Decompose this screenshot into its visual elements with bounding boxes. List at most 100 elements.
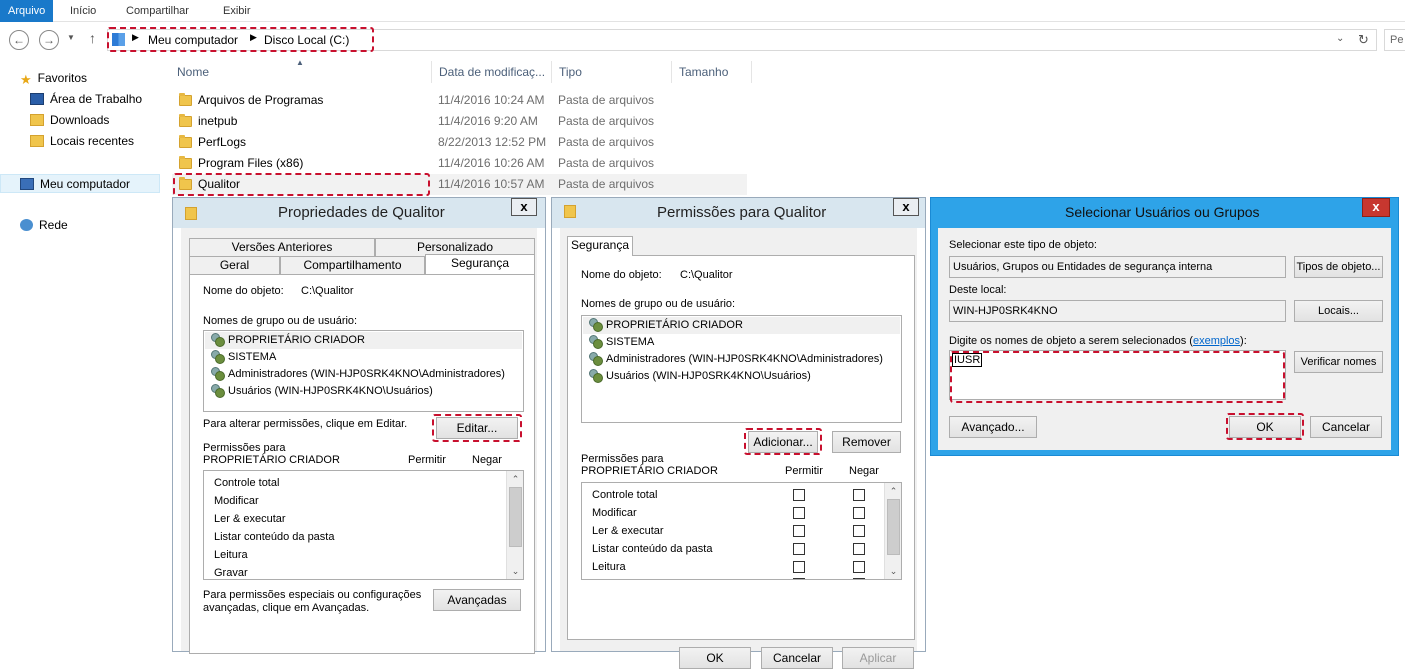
address-dropdown-icon[interactable]: ⌄ [1336, 33, 1344, 44]
select-users-dialog: Selecionar Usuários ou Grupos x Selecion… [930, 197, 1399, 456]
close-icon[interactable]: x [511, 198, 537, 216]
list-item[interactable]: Usuários (WIN-HJP0SRK4KNO\Usuários) [210, 383, 433, 400]
nav-downloads[interactable]: Downloads [30, 111, 109, 129]
ribbon-tab-exibir[interactable]: Exibir [223, 0, 251, 22]
list-item[interactable]: Administradores (WIN-HJP0SRK4KNO\Adminis… [588, 351, 883, 368]
ribbon: Arquivo Início Compartilhar Exibir [0, 0, 1405, 22]
users-icon [210, 384, 225, 398]
forward-arrow-icon[interactable]: → [39, 30, 59, 50]
nav-favoritos[interactable]: ★ Favoritos [20, 69, 87, 87]
advanced-button[interactable]: Avançado... [949, 416, 1037, 438]
folder-icon [185, 207, 197, 220]
location-label: Deste local: [949, 284, 1007, 296]
permission-item: Controle total [214, 477, 280, 489]
list-item[interactable]: PROPRIETÁRIO CRIADOR [205, 332, 522, 349]
column-tamanho[interactable]: Tamanho [672, 61, 752, 83]
allow-checkbox[interactable] [793, 489, 805, 501]
list-item[interactable]: Administradores (WIN-HJP0SRK4KNO\Adminis… [210, 366, 505, 383]
deny-checkbox[interactable] [853, 561, 865, 573]
allow-checkbox[interactable] [793, 561, 805, 573]
list-item[interactable]: SISTEMA [588, 334, 654, 351]
object-type-field: Usuários, Grupos ou Entidades de seguran… [949, 256, 1286, 278]
list-item[interactable]: Usuários (WIN-HJP0SRK4KNO\Usuários) [588, 368, 811, 385]
deny-checkbox[interactable] [853, 525, 865, 537]
permission-item: Ler & executar [214, 513, 286, 525]
permissions-scrollbar[interactable]: ⌃ ⌄ [884, 483, 901, 579]
examples-link[interactable]: exemplos [1193, 335, 1240, 347]
permissions-list[interactable]: Controle total Modificar Ler & executar … [581, 482, 902, 580]
back-arrow-icon[interactable]: ← [9, 30, 29, 50]
nav-meu-computador[interactable]: Meu computador [20, 175, 130, 193]
network-icon [20, 219, 33, 231]
deny-checkbox[interactable] [853, 543, 865, 555]
nav-area-de-trabalho[interactable]: Área de Trabalho [30, 90, 142, 108]
scroll-thumb[interactable] [887, 499, 900, 555]
groups-list[interactable]: PROPRIETÁRIO CRIADOR SISTEMA Administrad… [581, 315, 902, 423]
permissions-scrollbar[interactable]: ⌃ ⌄ [506, 471, 523, 579]
tab-geral[interactable]: Geral [189, 256, 280, 274]
locations-button[interactable]: Locais... [1294, 300, 1383, 322]
column-data[interactable]: Data de modificaç... [432, 61, 552, 83]
scroll-thumb[interactable] [509, 487, 522, 547]
advanced-button[interactable]: Avançadas [433, 589, 521, 611]
permission-item: Modificar [592, 507, 637, 519]
object-name-value: C:\Qualitor [301, 285, 354, 297]
file-row[interactable]: Arquivos de Programas 11/4/2016 10:24 AM P… [172, 90, 747, 111]
deny-checkbox[interactable] [853, 507, 865, 519]
tab-compartilhamento[interactable]: Compartilhamento [280, 256, 425, 274]
allow-checkbox[interactable] [793, 507, 805, 519]
object-types-button[interactable]: Tipos de objeto... [1294, 256, 1383, 278]
nav-locais-recentes[interactable]: Locais recentes [30, 132, 134, 150]
remove-button[interactable]: Remover [832, 431, 901, 453]
tab-versoes-anteriores[interactable]: Versões Anteriores [189, 238, 375, 256]
file-row[interactable]: inetpub 11/4/2016 9:20 AM Pasta de arquivo… [172, 111, 747, 132]
permissions-list[interactable]: Controle total Modificar Ler & executar … [203, 470, 524, 580]
scroll-up-icon[interactable]: ⌃ [507, 471, 523, 487]
scroll-down-icon[interactable]: ⌄ [507, 563, 523, 579]
permission-item: Gravar [214, 567, 248, 579]
cancel-button[interactable]: Cancelar [1310, 416, 1382, 438]
refresh-icon[interactable]: ↻ [1358, 32, 1369, 48]
scroll-down-icon[interactable]: ⌄ [885, 563, 901, 579]
cancel-button[interactable]: Cancelar [761, 647, 833, 669]
permissions-titlebar: Permissões para Qualitor x [552, 198, 925, 228]
close-icon[interactable]: x [1362, 198, 1390, 217]
column-tipo[interactable]: Tipo [552, 61, 672, 83]
allow-checkbox[interactable] [793, 543, 805, 555]
deny-checkbox[interactable] [853, 489, 865, 501]
list-item[interactable]: PROPRIETÁRIO CRIADOR [583, 317, 900, 334]
allow-checkbox[interactable] [793, 525, 805, 537]
tab-seguranca[interactable]: Segurança [567, 236, 633, 256]
list-item[interactable]: SISTEMA [210, 349, 276, 366]
scroll-up-icon[interactable]: ⌃ [885, 483, 901, 499]
apply-button[interactable]: Aplicar [842, 647, 914, 669]
ribbon-tab-arquivo[interactable]: Arquivo [0, 0, 54, 22]
ok-button[interactable]: OK [679, 647, 751, 669]
close-icon[interactable]: x [893, 198, 919, 216]
check-names-button[interactable]: Verificar nomes [1294, 351, 1383, 373]
permissions-dialog: Permissões para Qualitor x Segurança Nom… [551, 197, 926, 669]
folder-icon [179, 93, 192, 106]
deny-header: Negar [849, 465, 879, 477]
search-input[interactable]: Pe [1384, 29, 1405, 51]
users-icon [588, 369, 603, 383]
up-arrow-icon[interactable]: ↑ [89, 30, 96, 46]
recent-chevron-icon[interactable]: ▼ [67, 33, 75, 42]
groups-label: Nomes de grupo ou de usuário: [581, 298, 736, 310]
advanced-hint-2: avançadas, clique em Avançadas. [203, 602, 370, 614]
tab-seguranca[interactable]: Segurança [425, 254, 535, 274]
permissions-title: Permissões para Qualitor [657, 204, 827, 221]
ribbon-tab-compartilhar[interactable]: Compartilhar [126, 0, 189, 22]
ribbon-tab-inicio[interactable]: Início [70, 0, 96, 22]
allow-header: Permitir [408, 454, 446, 466]
nav-rede[interactable]: Rede [20, 216, 68, 234]
groups-list[interactable]: PROPRIETÁRIO CRIADOR SISTEMA Administrad… [203, 330, 524, 412]
allow-header: Permitir [785, 465, 823, 477]
column-nome[interactable]: Nome [170, 61, 432, 83]
deny-checkbox[interactable] [853, 578, 865, 579]
allow-checkbox[interactable] [793, 578, 805, 579]
file-row[interactable]: PerfLogs 8/22/2013 12:52 PM Pasta de arqui… [172, 132, 747, 153]
file-row[interactable]: Program Files (x86) 11/4/2016 10:26 AM Pas… [172, 153, 747, 174]
properties-body: Versões Anteriores Personalizado Geral C… [181, 228, 537, 654]
permission-item: Listar conteúdo da pasta [214, 531, 335, 543]
